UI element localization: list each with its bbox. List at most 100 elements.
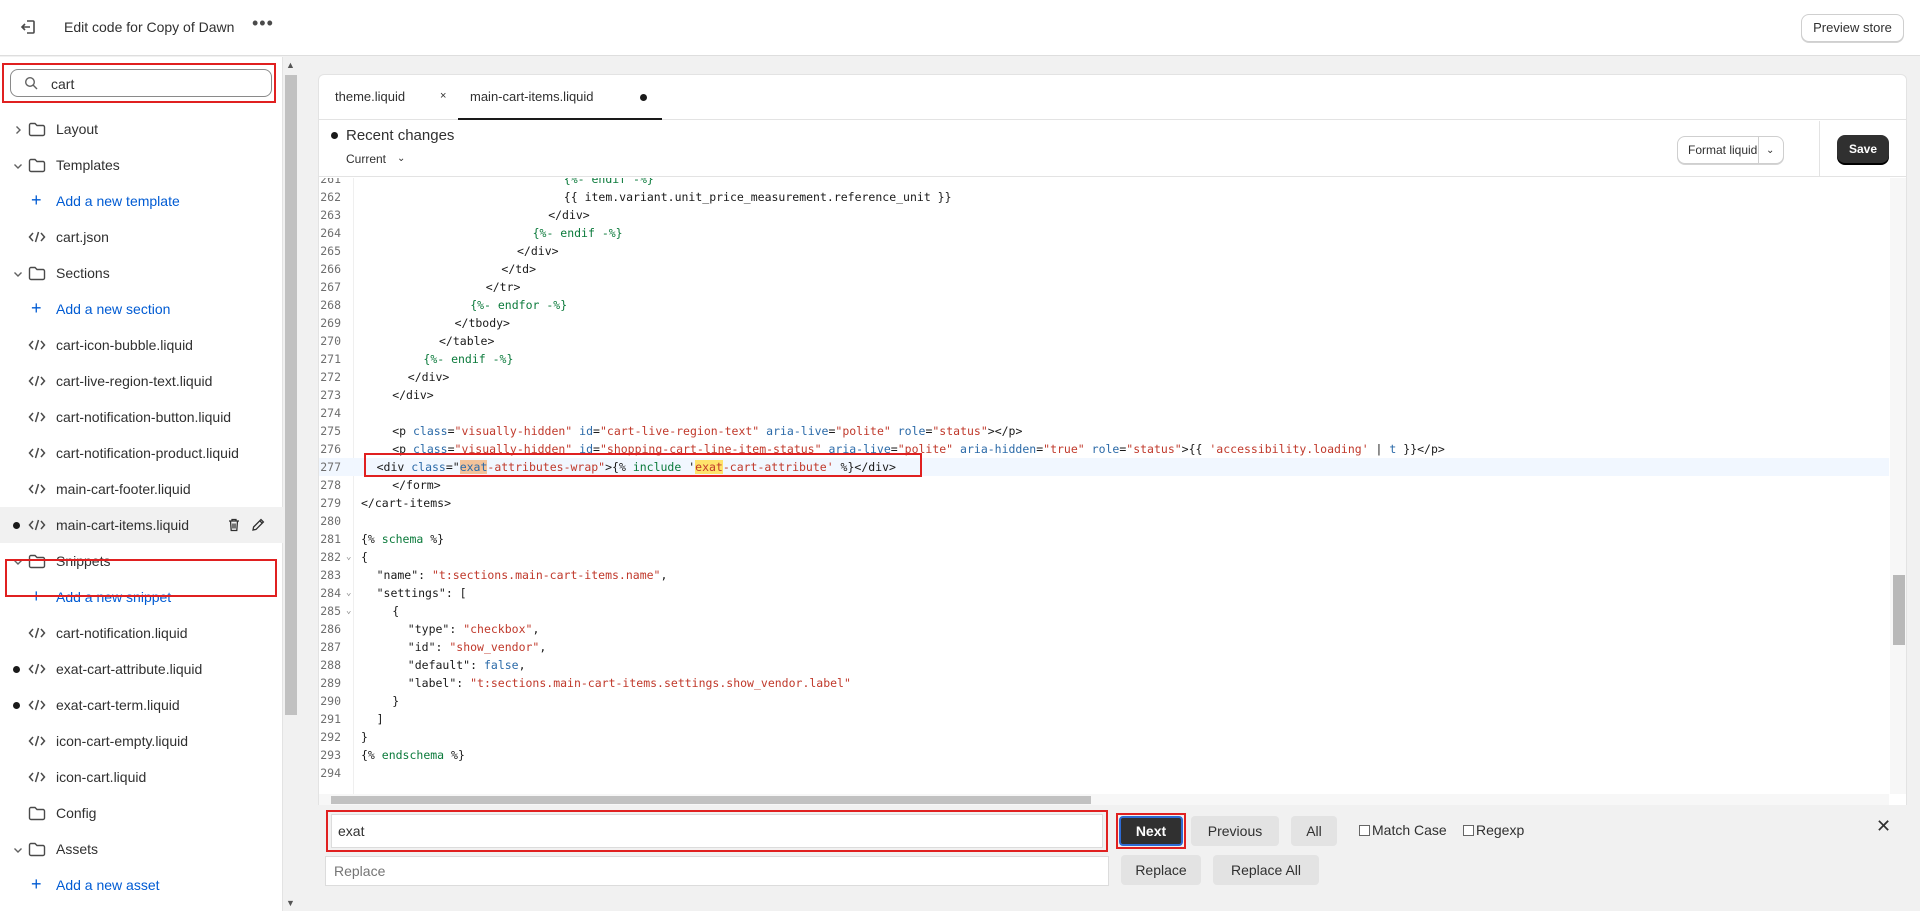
code-line[interactable]: 279 </cart-items> (319, 494, 1889, 512)
file-item[interactable]: exat-cart-attribute.liquid (0, 651, 283, 687)
preview-store-button[interactable]: Preview store (1801, 14, 1904, 42)
code-line[interactable]: 278 </form> (319, 476, 1889, 494)
match-case-checkbox[interactable]: Match Case (1359, 822, 1447, 838)
code-line[interactable]: 270 </table> (319, 332, 1889, 350)
code-line[interactable]: 294 (319, 764, 1889, 782)
find-previous-button[interactable]: Previous (1191, 816, 1279, 846)
code-line[interactable]: 268 {%- endfor -%} (319, 296, 1889, 314)
file-item[interactable]: cart-icon-bubble.liquid (0, 327, 283, 363)
chevron-down-icon[interactable] (12, 159, 24, 171)
add-new-link[interactable]: + Add a new template (0, 183, 283, 219)
code-horizontal-scrollbar-thumb[interactable] (331, 796, 1091, 804)
find-all-button[interactable]: All (1291, 816, 1337, 846)
code-line[interactable]: 263 </div> (319, 206, 1889, 224)
file-item[interactable]: cart-notification-product.liquid (0, 435, 283, 471)
file-item[interactable]: cart-live-region-text.liquid (0, 363, 283, 399)
code-token: </div> (548, 208, 590, 222)
exit-icon[interactable] (19, 17, 39, 37)
code-line[interactable]: 292} (319, 728, 1889, 746)
file-item[interactable]: cart-notification-button.liquid (0, 399, 283, 435)
folder-assets[interactable]: Assets (0, 831, 283, 867)
code-line[interactable]: 265 </div> (319, 242, 1889, 260)
scroll-down-arrow-icon[interactable]: ▼ (286, 898, 295, 908)
file-item[interactable]: main-cart-items.liquid (0, 507, 283, 543)
code-line[interactable]: 267 </tr> (319, 278, 1889, 296)
code-text: </table> (439, 332, 494, 350)
chevron-down-icon[interactable] (12, 843, 24, 855)
file-item[interactable]: cart.json (0, 219, 283, 255)
code-line[interactable]: 269 </tbody> (319, 314, 1889, 332)
chevron-down-icon[interactable]: ⌄ (1766, 138, 1774, 164)
code-token: %} (423, 532, 445, 546)
code-line[interactable]: 289 "label": "t:sections.main-cart-items.… (319, 674, 1889, 692)
code-line[interactable]: 273 </div> (319, 386, 1889, 404)
code-line[interactable]: 282 ⌄ { (319, 548, 1889, 566)
file-item[interactable]: icon-cart-empty.liquid (0, 723, 283, 759)
scroll-up-arrow-icon[interactable]: ▲ (286, 60, 295, 70)
chevron-down-icon[interactable] (12, 267, 24, 279)
chevron-down-icon[interactable]: ⌄ (397, 153, 405, 164)
code-token: } (361, 730, 368, 744)
format-liquid-button[interactable]: Format liquid ⌄ (1677, 136, 1784, 164)
regexp-checkbox[interactable]: Regexp (1463, 822, 1524, 838)
code-line[interactable]: 262 {{ item.variant.unit_price_measuremen… (319, 188, 1889, 206)
file-item[interactable]: icon-cart.liquid (0, 759, 283, 795)
code-line[interactable]: 286 "type": "checkbox", (319, 620, 1889, 638)
code-line[interactable]: 264 {%- endif -%} (319, 224, 1889, 242)
close-find-icon[interactable]: ✕ (1876, 816, 1891, 837)
code-line[interactable]: 287 "id": "show_vendor", (319, 638, 1889, 656)
tab-close-icon[interactable]: × (440, 75, 446, 118)
fold-chevron-icon[interactable]: ⌄ (346, 602, 351, 620)
folder-templates[interactable]: Templates (0, 147, 283, 183)
code-token: </cart-items> (361, 496, 452, 510)
code-line[interactable]: 285 ⌄ { (319, 602, 1889, 620)
code-vertical-scrollbar-thumb[interactable] (1893, 575, 1905, 645)
code-token: aria-hidden (960, 442, 1037, 456)
add-new-link[interactable]: + Add a new asset (0, 867, 283, 903)
code-line[interactable]: 271 {%- endif -%} (319, 350, 1889, 368)
code-line[interactable]: 274 (319, 404, 1889, 422)
code-line[interactable]: 288 "default": false, (319, 656, 1889, 674)
replace-input[interactable] (325, 856, 1109, 886)
current-version-select[interactable]: Current (346, 152, 386, 166)
folder-layout[interactable]: Layout (0, 111, 283, 147)
fold-chevron-icon[interactable]: ⌄ (346, 584, 351, 602)
replace-all-button[interactable]: Replace All (1213, 855, 1319, 885)
chevron-right-icon[interactable] (12, 123, 24, 135)
code-vertical-scrollbar[interactable] (1890, 178, 1906, 794)
code-line[interactable]: 283 "name": "t:sections.main-cart-items.n… (319, 566, 1889, 584)
file-item[interactable]: exat-cart-term.liquid (0, 687, 283, 723)
code-line[interactable]: 272 </div> (319, 368, 1889, 386)
code-line[interactable]: 281 {% schema %} (319, 530, 1889, 548)
replace-button[interactable]: Replace (1121, 855, 1201, 885)
more-actions-icon[interactable]: ••• (252, 14, 274, 38)
code-line[interactable]: 284 ⌄ "settings": [ (319, 584, 1889, 602)
file-search-input[interactable] (51, 75, 251, 93)
checkbox-box[interactable] (1463, 825, 1474, 836)
add-new-link[interactable]: + Add a new section (0, 291, 283, 327)
find-input[interactable] (331, 814, 1103, 848)
folder-sections[interactable]: Sections (0, 255, 283, 291)
code-line[interactable]: 290} (319, 692, 1889, 710)
folder-config[interactable]: Config (0, 795, 283, 831)
code-line[interactable]: 261 {%- endif -%} (319, 178, 1889, 188)
tab-main-cart-items[interactable]: main-cart-items.liquid (458, 75, 662, 120)
pencil-icon[interactable] (250, 517, 266, 533)
sidebar-scrollbar-thumb[interactable] (285, 75, 297, 715)
fold-chevron-icon[interactable]: ⌄ (346, 548, 351, 566)
file-item[interactable]: cart-notification.liquid (0, 615, 283, 651)
tab-theme-liquid[interactable]: theme.liquid × (335, 75, 446, 120)
code-line[interactable]: 293 {% endschema %} (319, 746, 1889, 764)
code-line[interactable]: 266 </td> (319, 260, 1889, 278)
unsaved-dot-icon (13, 666, 20, 673)
checkbox-box[interactable] (1359, 825, 1370, 836)
code-line[interactable]: 291] (319, 710, 1889, 728)
find-next-button[interactable]: Next (1119, 816, 1183, 846)
file-item[interactable]: main-cart-footer.liquid (0, 471, 283, 507)
code-line[interactable]: 275 <p class="visually-hidden" id="cart-l… (319, 422, 1889, 440)
code-line[interactable]: 280 (319, 512, 1889, 530)
save-button[interactable]: Save (1837, 135, 1889, 163)
code-editor[interactable]: 261 {%- endif -%} 262 {{ item.variant.unit_… (319, 178, 1889, 794)
trash-icon[interactable] (226, 517, 242, 533)
sidebar-item-label: Add a new section (56, 301, 171, 317)
